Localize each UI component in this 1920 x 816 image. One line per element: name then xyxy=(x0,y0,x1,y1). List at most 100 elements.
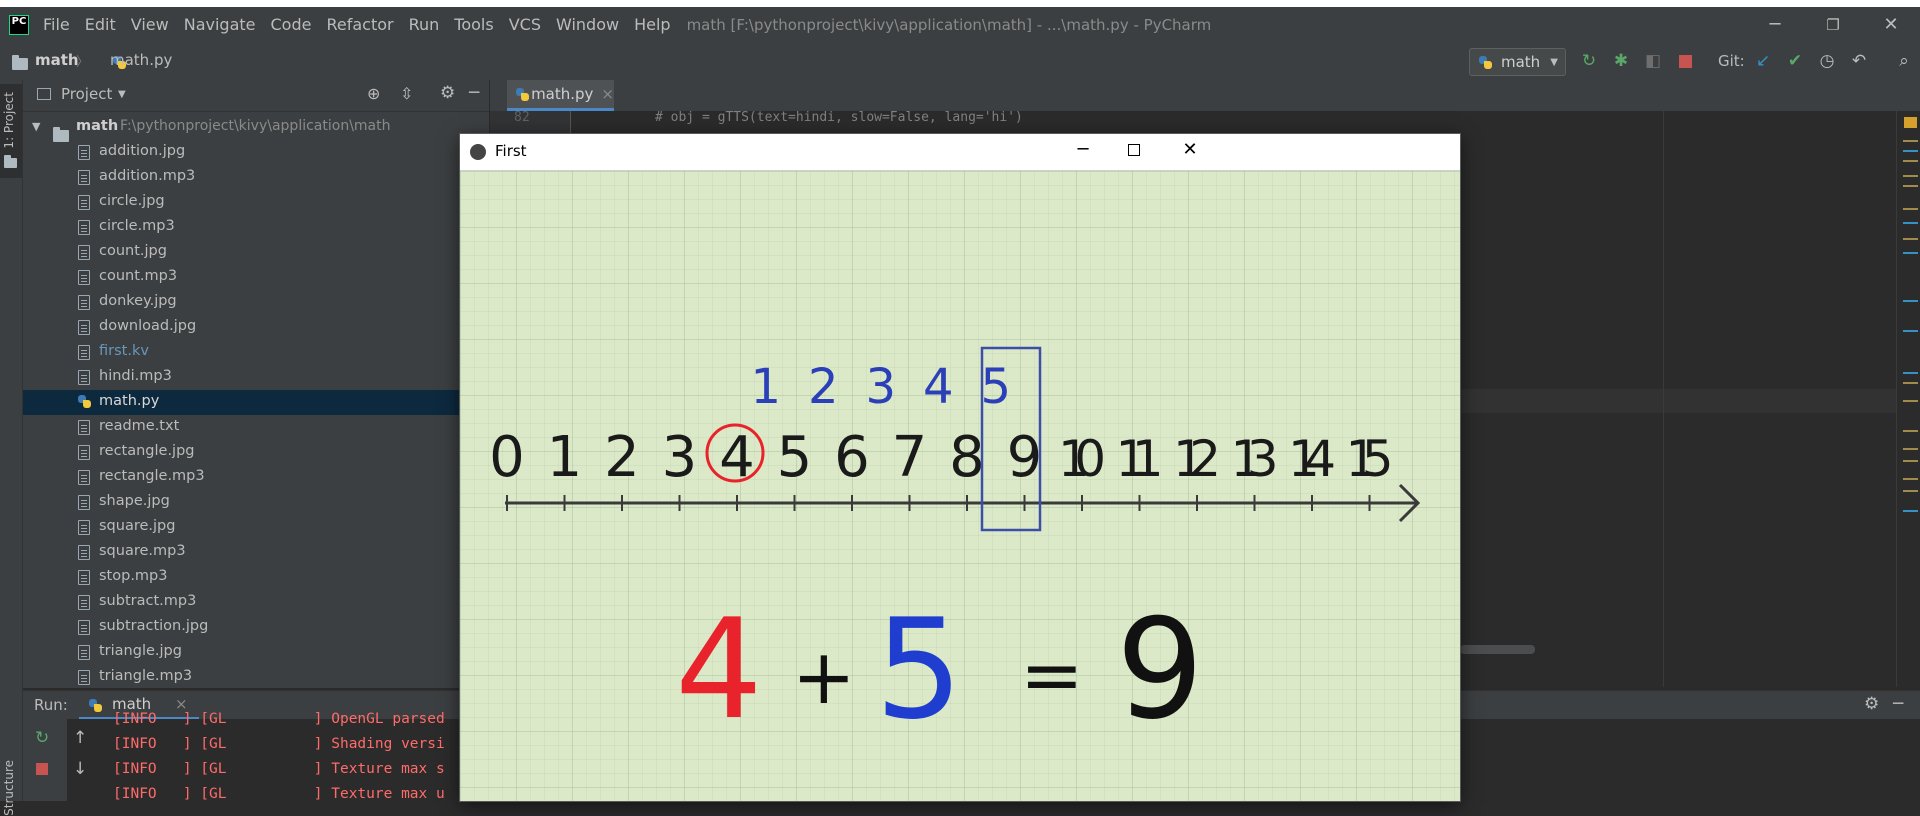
hide-panel-icon[interactable]: ─ xyxy=(469,83,479,103)
tree-file-item[interactable]: square.jpg xyxy=(23,515,489,540)
breadcrumb-file[interactable]: math.py xyxy=(110,51,172,69)
menu-navigate[interactable]: Navigate xyxy=(184,15,256,34)
rerun-icon[interactable]: ↻ xyxy=(35,728,49,748)
number-line-label: 9 xyxy=(1007,425,1043,490)
tree-file-item[interactable]: hindi.mp3 xyxy=(23,365,489,390)
scroll-down-icon[interactable]: ↓ xyxy=(73,759,87,779)
tree-file-item[interactable]: math.py xyxy=(23,390,489,415)
scroll-up-icon[interactable]: ↑ xyxy=(73,728,87,748)
tree-file-item[interactable]: subtraction.jpg xyxy=(23,615,489,640)
tree-file-item[interactable]: circle.mp3 xyxy=(23,215,489,240)
collapse-all-icon[interactable]: ⇳ xyxy=(400,84,413,103)
jump-count-label: 1 xyxy=(750,359,781,415)
debug-icon[interactable]: ✱ xyxy=(1610,50,1632,72)
menu-window[interactable]: Window xyxy=(556,15,619,34)
close-button[interactable]: ✕ xyxy=(1862,7,1920,42)
stop-icon[interactable] xyxy=(36,763,48,775)
project-tool-button[interactable]: 1: Project xyxy=(0,84,22,178)
menu-run[interactable]: Run xyxy=(409,15,440,34)
structure-tool-button[interactable]: Structure xyxy=(2,760,16,816)
menu-tools[interactable]: Tools xyxy=(454,15,493,34)
tree-file-item[interactable]: count.jpg xyxy=(23,240,489,265)
tree-file-item[interactable]: readme.txt xyxy=(23,415,489,440)
tree-file-item[interactable]: donkey.jpg xyxy=(23,290,489,315)
tree-file-item[interactable]: square.mp3 xyxy=(23,540,489,565)
gear-icon[interactable]: ⚙ xyxy=(1864,694,1879,714)
number-line-label: 1 xyxy=(547,425,583,490)
tree-file-item[interactable]: count.mp3 xyxy=(23,265,489,290)
close-icon[interactable]: × xyxy=(601,85,614,103)
git-update-icon[interactable]: ↙ xyxy=(1752,50,1774,72)
stripe-marker[interactable] xyxy=(1903,510,1918,512)
chevron-down-icon[interactable]: ▼ xyxy=(32,120,40,133)
tree-file-item[interactable]: circle.jpg xyxy=(23,190,489,215)
menu-code[interactable]: Code xyxy=(271,15,312,34)
git-history-icon[interactable]: ◷ xyxy=(1816,50,1838,72)
locate-icon[interactable]: ⊕ xyxy=(367,84,380,103)
hide-panel-icon[interactable]: ─ xyxy=(1893,694,1903,714)
kivy-close-button[interactable]: ✕ xyxy=(1178,139,1202,160)
stripe-marker[interactable] xyxy=(1903,478,1918,480)
stripe-marker[interactable] xyxy=(1903,382,1918,384)
audio-file-icon xyxy=(78,220,90,235)
menu-file[interactable]: File xyxy=(43,15,70,34)
restore-button[interactable]: ❐ xyxy=(1804,7,1862,42)
number-line-label: 15 xyxy=(1346,430,1394,488)
run-configuration-select[interactable]: math ▼ xyxy=(1469,48,1566,76)
stripe-marker[interactable] xyxy=(1903,460,1918,462)
stripe-marker[interactable] xyxy=(1903,400,1918,402)
menu-view[interactable]: View xyxy=(131,15,169,34)
stripe-marker[interactable] xyxy=(1903,252,1918,254)
kivy-window-titlebar[interactable]: First ─ ✕ xyxy=(460,134,1460,171)
git-commit-icon[interactable]: ✔ xyxy=(1784,50,1806,72)
stripe-marker[interactable] xyxy=(1903,175,1918,177)
chevron-down-icon[interactable]: ▼ xyxy=(118,89,126,100)
stripe-marker[interactable] xyxy=(1903,238,1918,240)
stripe-marker[interactable] xyxy=(1903,222,1918,224)
stripe-marker[interactable] xyxy=(1903,208,1918,210)
horizontal-scrollbar[interactable] xyxy=(1460,645,1535,654)
tree-file-item[interactable]: triangle.mp3 xyxy=(23,665,489,690)
breadcrumb-project[interactable]: math xyxy=(35,51,79,69)
stop-button[interactable] xyxy=(1674,50,1696,72)
search-icon[interactable]: ⌕ xyxy=(1893,50,1915,72)
stripe-marker[interactable] xyxy=(1903,372,1918,374)
coverage-icon[interactable]: ◧ xyxy=(1642,50,1664,72)
tree-file-item[interactable]: rectangle.jpg xyxy=(23,440,489,465)
stripe-marker[interactable] xyxy=(1903,490,1918,492)
tab-math-py[interactable]: math.py × xyxy=(507,80,614,111)
stripe-marker[interactable] xyxy=(1903,150,1918,152)
stripe-marker[interactable] xyxy=(1903,160,1918,162)
minimize-button[interactable]: ─ xyxy=(1746,7,1804,42)
kivy-maximize-button[interactable] xyxy=(1128,144,1140,156)
gear-icon[interactable]: ⚙ xyxy=(440,83,455,103)
audio-file-icon xyxy=(78,270,90,285)
number-line-label: 5 xyxy=(777,425,813,490)
tree-file-item[interactable]: first.kv xyxy=(23,340,489,365)
tree-file-item[interactable]: stop.mp3 xyxy=(23,565,489,590)
tree-file-item[interactable]: subtract.mp3 xyxy=(23,590,489,615)
tree-file-item[interactable]: addition.jpg xyxy=(23,140,489,165)
tree-file-item[interactable]: addition.mp3 xyxy=(23,165,489,190)
stripe-marker[interactable] xyxy=(1903,140,1918,142)
tree-file-item[interactable]: rectangle.mp3 xyxy=(23,465,489,490)
python-file-icon xyxy=(78,395,91,408)
stripe-marker[interactable] xyxy=(1903,430,1918,432)
stripe-marker[interactable] xyxy=(1903,300,1918,302)
stripe-marker[interactable] xyxy=(1903,330,1918,332)
kivy-minimize-button[interactable]: ─ xyxy=(1071,139,1095,160)
menu-refactor[interactable]: Refactor xyxy=(326,15,393,34)
tree-root[interactable]: ▼ math F:\pythonproject\kivy\application… xyxy=(23,115,489,142)
editor-error-stripe[interactable] xyxy=(1896,111,1920,687)
tree-file-item[interactable]: download.jpg xyxy=(23,315,489,340)
stripe-marker[interactable] xyxy=(1903,185,1918,187)
menu-edit[interactable]: Edit xyxy=(85,15,116,34)
menu-vcs[interactable]: VCS xyxy=(509,15,541,34)
stripe-marker[interactable] xyxy=(1903,448,1918,450)
git-rollback-icon[interactable]: ↶ xyxy=(1848,50,1870,72)
rerun-icon[interactable]: ↻ xyxy=(1578,50,1600,72)
tree-file-item[interactable]: shape.jpg xyxy=(23,490,489,515)
project-view-select[interactable]: Project xyxy=(61,85,112,103)
menu-help[interactable]: Help xyxy=(634,15,670,34)
tree-file-item[interactable]: triangle.jpg xyxy=(23,640,489,665)
